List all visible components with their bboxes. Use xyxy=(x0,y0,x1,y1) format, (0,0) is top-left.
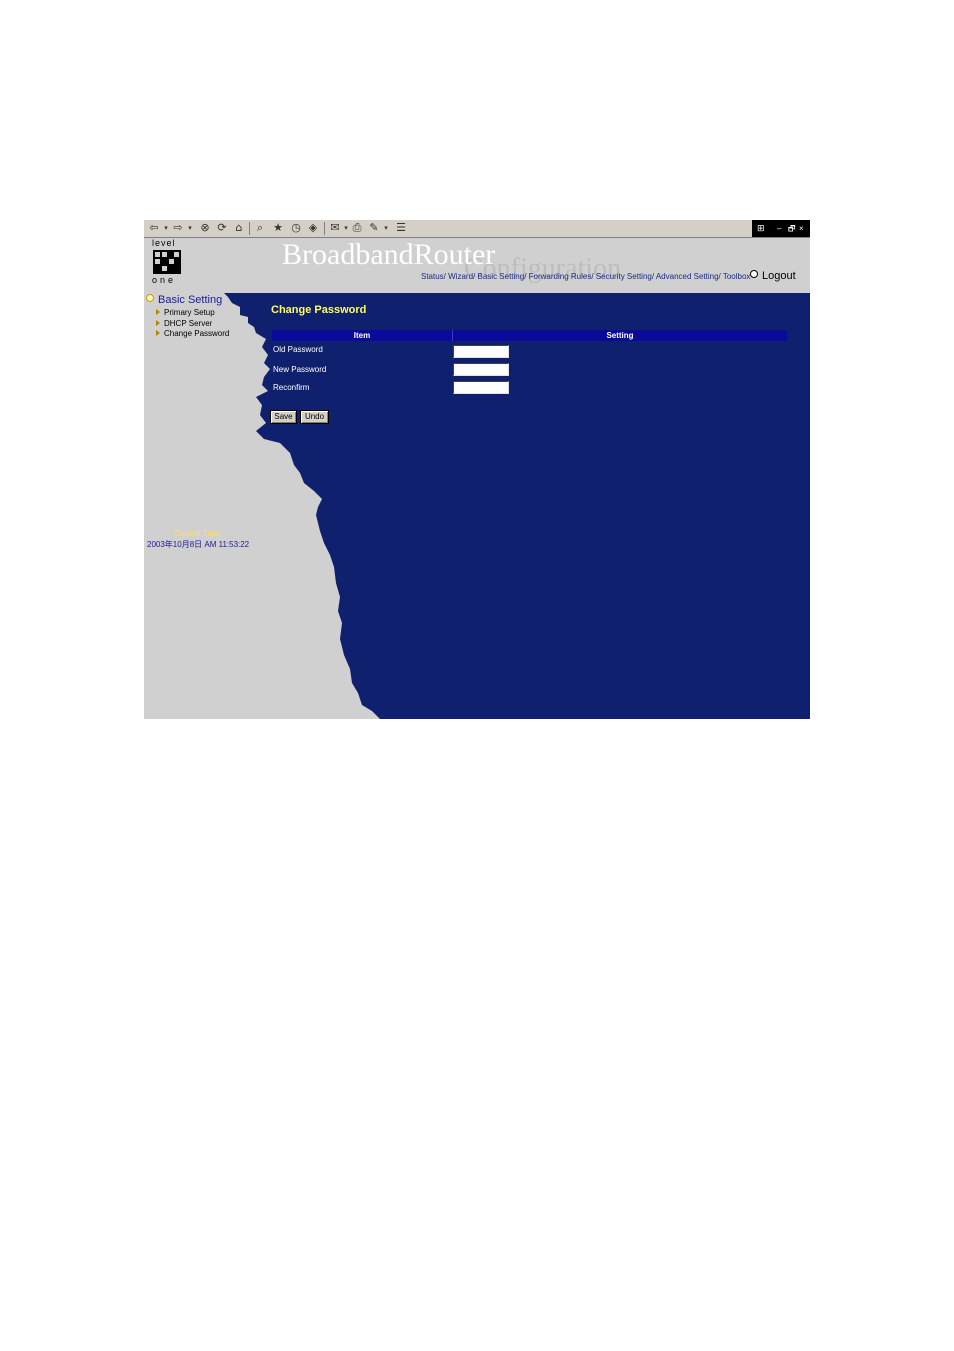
levelone-logo: level one xyxy=(152,238,182,287)
arrow-right-icon xyxy=(156,320,160,326)
window-controls: ⊞ – 🗗 × xyxy=(752,220,810,237)
windows-logo-icon: ⊞ xyxy=(757,223,765,233)
save-button[interactable]: Save xyxy=(270,410,297,424)
edit-icon[interactable]: ✎ xyxy=(368,222,380,234)
old-password-field[interactable] xyxy=(453,345,509,358)
sidebar-item-label: Primary Setup xyxy=(164,308,215,317)
section-circle-icon xyxy=(146,294,154,302)
sidebar-section-basic-setting[interactable]: Basic Setting xyxy=(146,294,222,306)
close-button[interactable]: × xyxy=(799,220,804,237)
column-header-item: Item xyxy=(353,331,371,340)
back-icon[interactable]: ⇦ xyxy=(148,222,160,234)
nav-basic-setting[interactable]: Basic Setting/ xyxy=(478,272,527,281)
restore-button[interactable]: 🗗 xyxy=(788,220,796,237)
arrow-right-icon xyxy=(156,330,160,336)
arrow-right-icon xyxy=(156,309,160,315)
table-header: Item Setting xyxy=(272,330,787,341)
favorites-icon[interactable]: ★ xyxy=(272,222,284,234)
channels-icon[interactable]: ◈ xyxy=(307,222,319,234)
discuss-icon[interactable]: ☰ xyxy=(395,222,407,234)
new-password-field[interactable] xyxy=(453,363,509,376)
browser-screenshot: ⇦ ▾ ⇨ ▾ ⊗ ⟳ ⌂ ⌕ ★ ◷ ◈ ✉ ▾ ⎙ ✎ ▾ ☰ ⊞ – 🗗 … xyxy=(144,220,810,719)
nav-status[interactable]: Status/ xyxy=(421,272,446,281)
reconfirm-password-field[interactable] xyxy=(453,381,509,394)
sidebar-item-primary-setup[interactable]: Primary Setup xyxy=(156,308,215,317)
stop-icon[interactable]: ⊗ xyxy=(199,222,211,234)
main-area: Basic Setting Primary Setup DHCP Server … xyxy=(144,293,810,719)
sidebar-item-dhcp-server[interactable]: DHCP Server xyxy=(156,319,212,328)
browser-toolbar: ⇦ ▾ ⇨ ▾ ⊗ ⟳ ⌂ ⌕ ★ ◷ ◈ ✉ ▾ ⎙ ✎ ▾ ☰ ⊞ – 🗗 … xyxy=(144,220,810,238)
current-time-value: 2003年10月8日 AM 11:53:22 xyxy=(147,540,250,549)
sidebar-item-change-password[interactable]: Change Password xyxy=(156,329,229,338)
sidebar-item-label: Change Password xyxy=(164,329,230,338)
sidebar-item-label: DHCP Server xyxy=(164,319,213,328)
toolbar-separator xyxy=(249,222,250,235)
page-title: Change Password xyxy=(271,304,367,316)
current-time-label: Current Time xyxy=(174,529,221,538)
back-dropdown-icon[interactable]: ▾ xyxy=(160,222,172,234)
minimize-button[interactable]: – xyxy=(777,220,781,237)
edit-dropdown-icon[interactable]: ▾ xyxy=(380,222,392,234)
sidebar-title-label: Basic Setting xyxy=(158,294,223,306)
toolbar-separator xyxy=(324,222,325,235)
new-password-label: New Password xyxy=(273,365,327,374)
nav-advanced-setting[interactable]: Advanced Setting/ xyxy=(656,272,721,281)
nav-security-setting[interactable]: Security Setting/ xyxy=(596,272,654,281)
old-password-label: Old Password xyxy=(273,345,323,354)
logo-text-bottom: one xyxy=(152,275,177,285)
nav-toolbox[interactable]: Toolbox xyxy=(723,272,751,281)
nav-forwarding-rules[interactable]: Forwarding Rules/ xyxy=(529,272,594,281)
brand-title: BroadbandRouter xyxy=(282,238,496,271)
page-header: level one Configuration BroadbandRouter … xyxy=(144,238,810,289)
print-icon[interactable]: ⎙ xyxy=(351,222,363,234)
logout-link[interactable]: Logout xyxy=(750,270,796,282)
refresh-icon[interactable]: ⟳ xyxy=(216,222,228,234)
logout-circle-icon xyxy=(750,270,758,278)
forward-dropdown-icon[interactable]: ▾ xyxy=(184,222,196,234)
logo-text-top: level xyxy=(152,238,176,248)
logo-grid-icon xyxy=(153,250,181,274)
top-navigation: Status/ Wizard/ Basic Setting/ Forwardin… xyxy=(421,272,750,281)
history-icon[interactable]: ◷ xyxy=(290,222,302,234)
column-header-setting: Setting xyxy=(606,331,634,340)
search-icon[interactable]: ⌕ xyxy=(254,222,266,234)
undo-button[interactable]: Undo xyxy=(300,410,329,424)
reconfirm-label: Reconfirm xyxy=(273,383,310,392)
nav-wizard[interactable]: Wizard/ xyxy=(448,272,475,281)
forward-icon[interactable]: ⇨ xyxy=(172,222,184,234)
logout-label: Logout xyxy=(762,270,796,282)
home-icon[interactable]: ⌂ xyxy=(233,222,245,234)
